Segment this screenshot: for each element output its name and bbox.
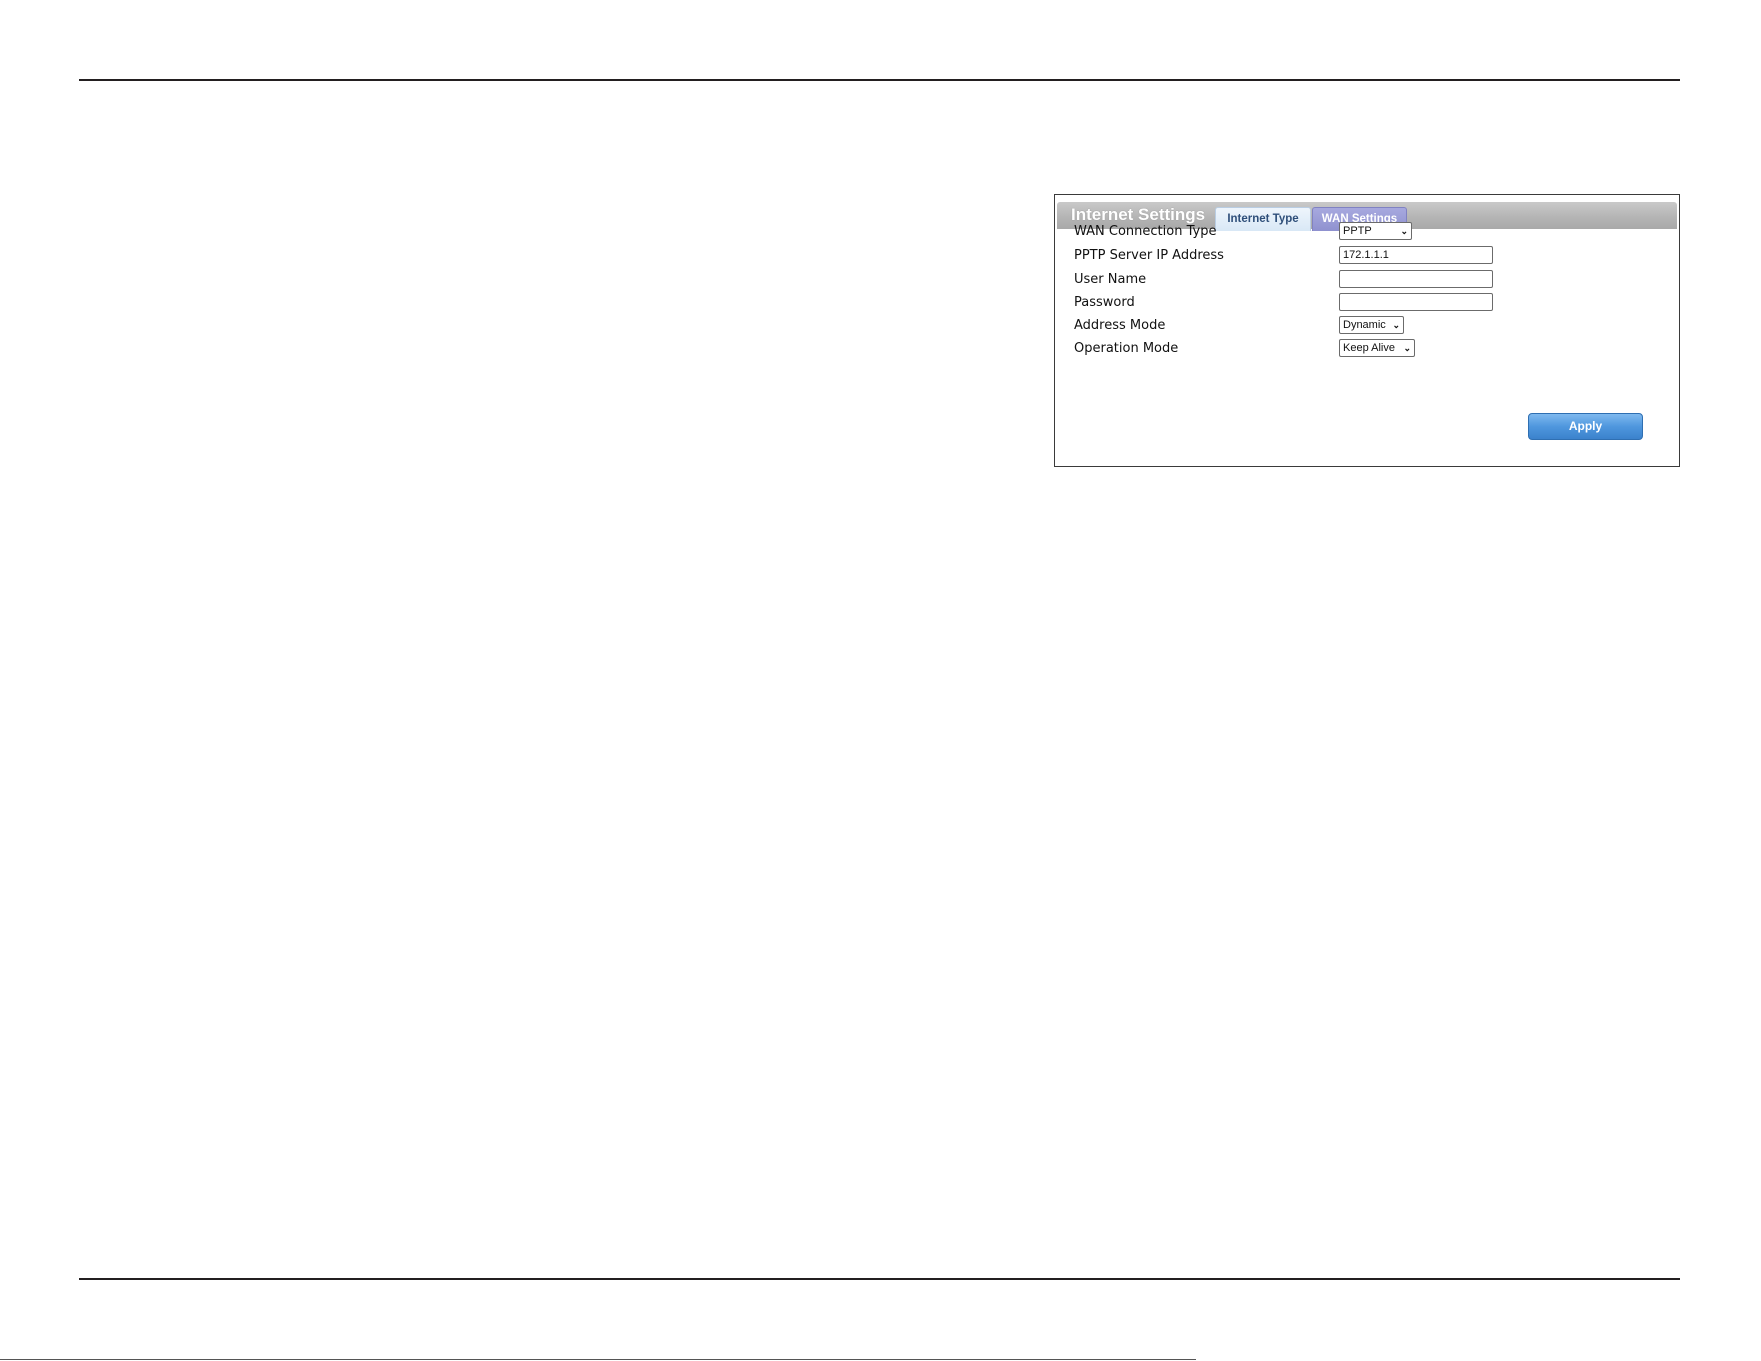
- operation-mode-select[interactable]: Keep Alive ⌄: [1339, 339, 1415, 357]
- address-mode-row: Address Mode Dynamic ⌄: [1074, 316, 1664, 336]
- pptp-server-ip-input[interactable]: 172.1.1.1: [1339, 246, 1493, 264]
- operation-mode-row: Operation Mode Keep Alive ⌄: [1074, 339, 1664, 359]
- footer-line: [0, 1359, 1196, 1360]
- chevron-down-icon: ⌄: [1400, 226, 1408, 236]
- user-name-label: User Name: [1074, 272, 1147, 287]
- pptp-server-ip-label: PPTP Server IP Address: [1074, 248, 1224, 263]
- user-name-row: User Name: [1074, 270, 1664, 290]
- password-input[interactable]: [1339, 293, 1493, 311]
- wan-connection-type-select[interactable]: PPTP ⌄: [1339, 222, 1412, 240]
- chevron-down-icon: ⌄: [1403, 343, 1411, 353]
- password-row: Password: [1074, 293, 1664, 313]
- password-label: Password: [1074, 295, 1135, 310]
- chevron-down-icon: ⌄: [1392, 320, 1400, 330]
- address-mode-label: Address Mode: [1074, 318, 1166, 333]
- operation-mode-label: Operation Mode: [1074, 341, 1179, 356]
- wan-connection-type-label: WAN Connection Type: [1074, 224, 1217, 239]
- wan-connection-type-row: WAN Connection Type PPTP ⌄: [1074, 222, 1664, 242]
- apply-button[interactable]: Apply: [1528, 413, 1643, 440]
- bottom-divider: [79, 1278, 1680, 1280]
- operation-mode-value: Keep Alive: [1343, 342, 1395, 354]
- internet-settings-panel: Internet Settings Internet Type WAN Sett…: [1054, 194, 1680, 467]
- user-name-input[interactable]: [1339, 270, 1493, 288]
- top-divider: [79, 79, 1680, 81]
- wan-connection-type-value: PPTP: [1343, 225, 1372, 237]
- pptp-server-ip-row: PPTP Server IP Address 172.1.1.1: [1074, 246, 1664, 266]
- address-mode-value: Dynamic: [1343, 319, 1386, 331]
- address-mode-select[interactable]: Dynamic ⌄: [1339, 316, 1404, 334]
